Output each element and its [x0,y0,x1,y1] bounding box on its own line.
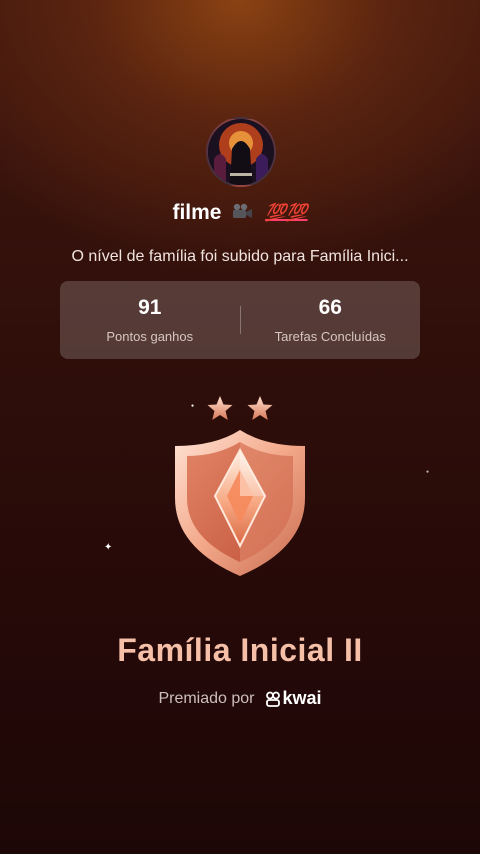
sparkle-icon: ● [426,469,430,475]
star-icon [207,396,233,420]
stat-tasks: 66 Tarefas Concluídas [241,281,421,359]
movie-camera-icon [231,196,253,230]
shield-diamond-badge-icon [175,396,305,576]
hundred-points-icon: 💯💯 [265,203,308,223]
kwai-brand-text: kwai [282,688,322,708]
stats-card: 91 Pontos ganhos 66 Tarefas Concluídas [60,281,420,359]
awarded-by-row: Premiado por kwai [0,688,480,709]
sparkle-icon: ✦ [104,542,113,553]
kwai-logo: kwai [265,688,322,709]
star-icon [247,396,273,420]
username-row: filme 💯💯 [0,196,480,230]
level-up-screen: { "user": { "name": "filme", "name_emoji… [0,0,480,854]
badge-stars [207,396,273,420]
level-badge [165,388,315,588]
user-avatar[interactable] [206,117,276,187]
stat-points-value: 91 [138,296,162,319]
stat-points-label: Pontos ganhos [106,329,194,344]
kwai-logo-icon [265,691,280,707]
username: filme [172,201,222,224]
stat-tasks-value: 66 [318,296,342,319]
level-title: Família Inicial II [117,632,363,668]
stat-tasks-label: Tarefas Concluídas [274,329,386,344]
level-up-message: O nível de família foi subido para Famíl… [71,248,409,265]
awarded-by-label: Premiado por [158,689,255,707]
stat-points: 91 Pontos ganhos [60,281,240,359]
movie-poster-avatar [208,119,274,185]
